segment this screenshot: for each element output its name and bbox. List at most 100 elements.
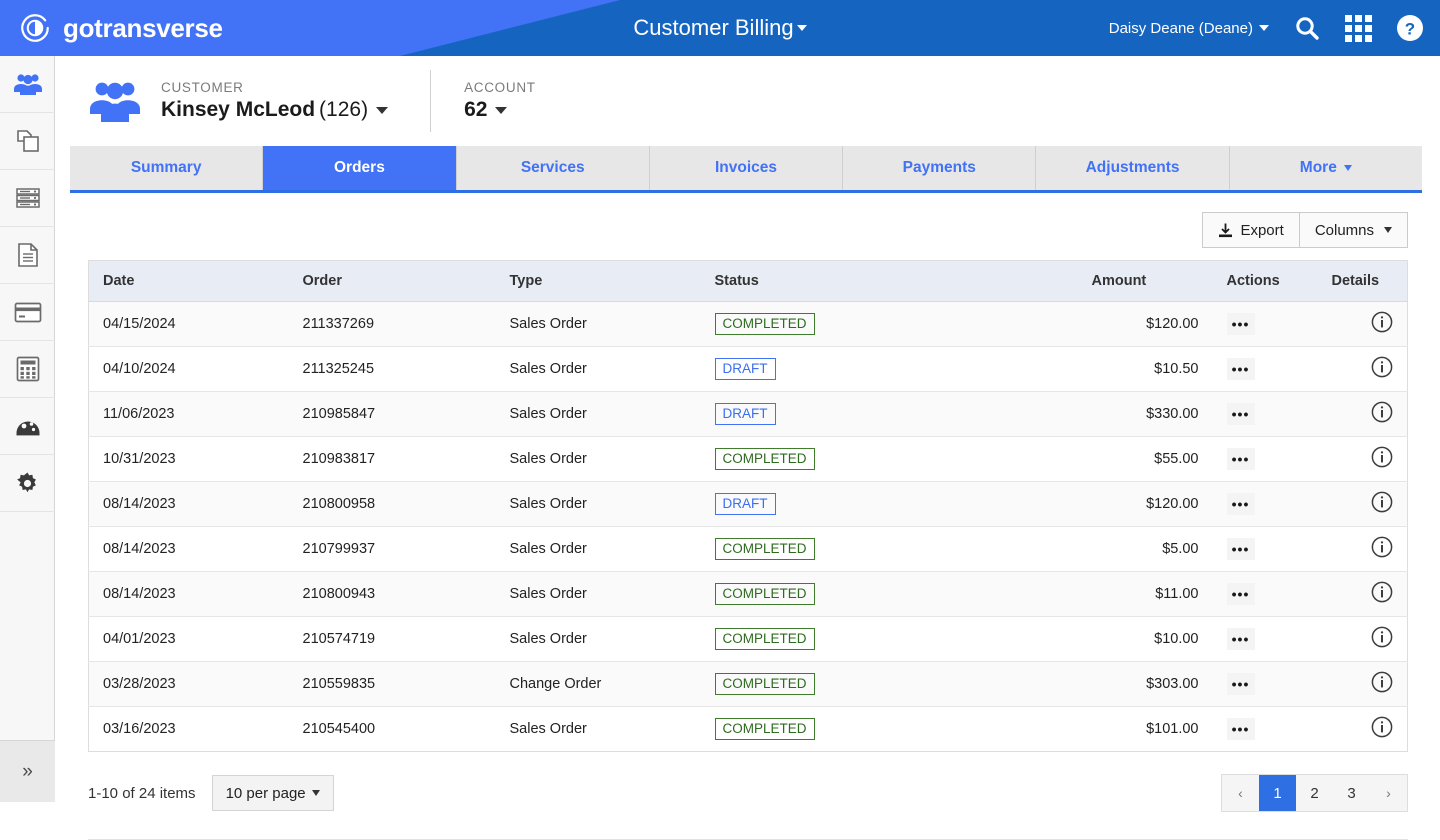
cell-status: COMPLETED xyxy=(700,706,1078,752)
tab-invoices[interactable]: Invoices xyxy=(649,146,844,190)
cell-amount: $330.00 xyxy=(1077,391,1213,437)
section-tabs: Summary Orders Services Invoices Payment… xyxy=(70,146,1422,193)
cell-type: Sales Order xyxy=(495,301,701,347)
cell-details xyxy=(1317,706,1408,752)
page-button-1[interactable]: 1 xyxy=(1259,775,1296,811)
ellipsis-actions-icon[interactable]: ••• xyxy=(1226,628,1255,650)
grid-apps-icon xyxy=(1345,14,1372,42)
tab-summary[interactable]: Summary xyxy=(70,146,264,190)
caret-down-icon xyxy=(376,106,389,114)
tab-label: Orders xyxy=(334,159,385,176)
tab-orders[interactable]: Orders xyxy=(263,146,457,190)
apps-button[interactable] xyxy=(1345,14,1372,42)
tab-adjustments[interactable]: Adjustments xyxy=(1036,146,1230,190)
status-badge: DRAFT xyxy=(714,357,776,381)
column-header-date[interactable]: Date xyxy=(88,260,289,302)
cell-status: COMPLETED xyxy=(700,661,1078,707)
customers-group-icon xyxy=(13,74,42,95)
info-circle-icon[interactable] xyxy=(1371,581,1393,603)
tab-services[interactable]: Services xyxy=(456,146,650,190)
ellipsis-actions-icon[interactable]: ••• xyxy=(1226,673,1255,695)
column-header-type[interactable]: Type xyxy=(495,260,701,302)
tab-label: More xyxy=(1299,159,1337,176)
cell-date: 08/14/2023 xyxy=(88,571,289,617)
info-circle-icon[interactable] xyxy=(1371,446,1393,468)
page-button-3[interactable]: 3 xyxy=(1333,775,1370,811)
cell-details xyxy=(1317,481,1408,527)
ellipsis-actions-icon[interactable]: ••• xyxy=(1226,448,1255,470)
cell-status: COMPLETED xyxy=(700,436,1078,482)
payments-card-icon xyxy=(14,302,41,322)
columns-button[interactable]: Columns xyxy=(1299,212,1408,248)
info-circle-icon[interactable] xyxy=(1371,491,1393,513)
ellipsis-actions-icon[interactable]: ••• xyxy=(1226,493,1255,515)
per-page-label: 10 per page xyxy=(225,784,306,802)
column-header-order[interactable]: Order xyxy=(288,260,496,302)
tab-label: Invoices xyxy=(714,159,777,176)
info-circle-icon[interactable] xyxy=(1371,671,1393,693)
status-badge: COMPLETED xyxy=(714,582,815,606)
cell-amount: $5.00 xyxy=(1077,526,1213,572)
sidebar-item-calculator[interactable] xyxy=(0,341,55,398)
sidebar-item-rates[interactable] xyxy=(0,170,55,227)
sidebar-item-payments[interactable] xyxy=(0,284,55,341)
column-header-details: Details xyxy=(1317,260,1408,302)
table-row[interactable]: 10/31/2023 210983817 Sales Order COMPLETED $… xyxy=(88,436,1408,482)
ellipsis-actions-icon[interactable]: ••• xyxy=(1226,313,1255,335)
table-row[interactable]: 03/16/2023 210545400 Sales Order COMPLETED $… xyxy=(88,706,1408,752)
user-name-label: Daisy Deane (Deane) xyxy=(1108,19,1253,37)
sidebar-expand-button[interactable]: » xyxy=(0,740,55,802)
tab-more[interactable]: More xyxy=(1229,146,1422,190)
search-button[interactable] xyxy=(1293,14,1321,42)
ellipsis-actions-icon[interactable]: ••• xyxy=(1226,403,1255,425)
table-row[interactable]: 04/01/2023 210574719 Sales Order COMPLETED $… xyxy=(88,616,1408,662)
table-row[interactable]: 08/14/2023 210799937 Sales Order COMPLETED $… xyxy=(88,526,1408,572)
customer-selector[interactable]: Kinsey McLeod (126) xyxy=(161,98,389,122)
table-row[interactable]: 11/06/2023 210985847 Sales Order DRAFT $330.… xyxy=(88,391,1408,437)
info-circle-icon[interactable] xyxy=(1371,356,1393,378)
page-button-2[interactable]: 2 xyxy=(1296,775,1333,811)
column-header-amount[interactable]: Amount xyxy=(1077,260,1213,302)
info-circle-icon[interactable] xyxy=(1371,401,1393,423)
cell-details xyxy=(1317,571,1408,617)
info-circle-icon[interactable] xyxy=(1371,311,1393,333)
account-value: 62 xyxy=(464,98,488,121)
tab-payments[interactable]: Payments xyxy=(843,146,1037,190)
ellipsis-actions-icon[interactable]: ••• xyxy=(1226,538,1255,560)
cell-amount: $11.00 xyxy=(1077,571,1213,617)
sidebar-item-settings[interactable] xyxy=(0,455,55,512)
ellipsis-actions-icon[interactable]: ••• xyxy=(1226,358,1255,380)
table-row[interactable]: 04/10/2024 211325245 Sales Order DRAFT $10.5… xyxy=(88,346,1408,392)
info-circle-icon[interactable] xyxy=(1371,626,1393,648)
next-page-button[interactable]: › xyxy=(1370,775,1407,811)
sidebar-item-customers[interactable] xyxy=(0,56,55,113)
export-button[interactable]: Export xyxy=(1202,212,1300,248)
sidebar-item-documents[interactable] xyxy=(0,227,55,284)
cell-actions: ••• xyxy=(1212,481,1318,527)
top-header-bar: gotransverse Customer Billing Daisy Dean… xyxy=(0,0,1440,56)
page-number-controls: ‹ 1 2 3 › xyxy=(1221,774,1408,812)
table-row[interactable]: 03/28/2023 210559835 Change Order COMPLETED… xyxy=(88,661,1408,707)
ellipsis-actions-icon[interactable]: ••• xyxy=(1226,718,1255,740)
table-row[interactable]: 04/15/2024 211337269 Sales Order COMPLETED $… xyxy=(88,301,1408,347)
context-divider xyxy=(430,70,432,132)
prev-page-button[interactable]: ‹ xyxy=(1222,775,1259,811)
user-menu[interactable]: Daisy Deane (Deane) xyxy=(1109,20,1269,37)
column-header-status[interactable]: Status xyxy=(700,260,1078,302)
table-row[interactable]: 08/14/2023 210800958 Sales Order DRAFT $120.… xyxy=(88,481,1408,527)
account-block: ACCOUNT 62 xyxy=(464,80,536,122)
cell-order: 210800958 xyxy=(288,481,496,527)
app-title-dropdown[interactable]: Customer Billing xyxy=(633,15,807,41)
sidebar-item-products[interactable] xyxy=(0,113,55,170)
info-circle-icon[interactable] xyxy=(1371,536,1393,558)
gotransverse-circle-logo-icon xyxy=(21,14,49,42)
per-page-selector[interactable]: 10 per page xyxy=(211,775,334,811)
table-row[interactable]: 08/14/2023 210800943 Sales Order COMPLETED $… xyxy=(88,571,1408,617)
ellipsis-actions-icon[interactable]: ••• xyxy=(1226,583,1255,605)
account-selector[interactable]: 62 xyxy=(464,98,536,122)
brand-logo[interactable]: gotransverse xyxy=(18,0,223,56)
help-button[interactable]: ? xyxy=(1396,14,1424,42)
cell-amount: $55.00 xyxy=(1077,436,1213,482)
sidebar-item-dashboard[interactable] xyxy=(0,398,55,455)
info-circle-icon[interactable] xyxy=(1371,716,1393,738)
